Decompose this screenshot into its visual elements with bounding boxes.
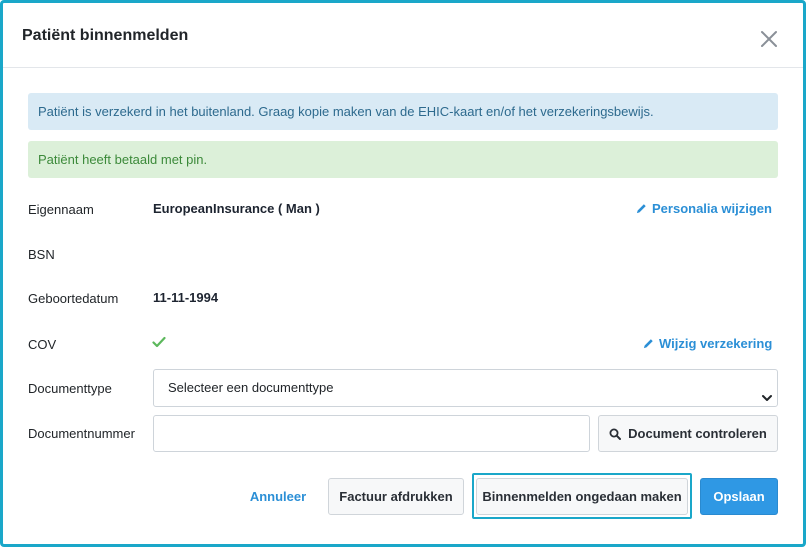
search-icon [609, 428, 622, 440]
documenttype-select[interactable]: Selecteer een documenttype [153, 369, 778, 407]
opslaan-button[interactable]: Opslaan [700, 478, 778, 515]
eigennaam-label: Eigennaam [28, 202, 94, 217]
success-alert: Patiënt heeft betaald met pin. [28, 141, 778, 178]
modal-title: Patiënt binnenmelden [22, 27, 189, 44]
geboortedatum-value: 11-11-1994 [153, 290, 219, 305]
pencil-icon [643, 339, 653, 349]
close-icon[interactable] [757, 27, 781, 51]
document-controleren-label: Document controleren [628, 426, 767, 441]
documentnummer-label: Documentnummer [28, 426, 135, 441]
annuleer-button[interactable]: Annuleer [244, 478, 312, 515]
personalia-wijzigen-label: Personalia wijzigen [652, 201, 772, 216]
info-alert: Patiënt is verzekerd in het buitenland. … [28, 93, 778, 130]
wijzig-verzekering-label: Wijzig verzekering [659, 336, 773, 351]
wijzig-verzekering-link[interactable]: Wijzig verzekering [643, 336, 772, 351]
bsn-label: BSN [28, 247, 55, 262]
binnenmelden-ongedaan-button[interactable]: Binnenmelden ongedaan maken [476, 478, 688, 515]
documentnummer-input[interactable] [153, 415, 590, 452]
check-icon [152, 335, 166, 348]
cov-label: COV [28, 337, 57, 352]
eigennaam-value: EuropeanInsurance ( Man ) [153, 201, 320, 216]
geboortedatum-label: Geboortedatum [28, 291, 119, 306]
document-controleren-button[interactable]: Document controleren [598, 415, 778, 452]
factuur-afdrukken-button[interactable]: Factuur afdrukken [328, 478, 464, 515]
personalia-wijzigen-link[interactable]: Personalia wijzigen [636, 201, 772, 216]
documenttype-label: Documenttype [28, 381, 112, 396]
chevron-down-icon [761, 382, 773, 401]
modal-frame [0, 0, 806, 547]
pencil-icon [636, 204, 646, 214]
modal-header: Patiënt binnenmelden [3, 3, 803, 68]
documenttype-selected-value: Selecteer een documenttype [168, 380, 334, 395]
